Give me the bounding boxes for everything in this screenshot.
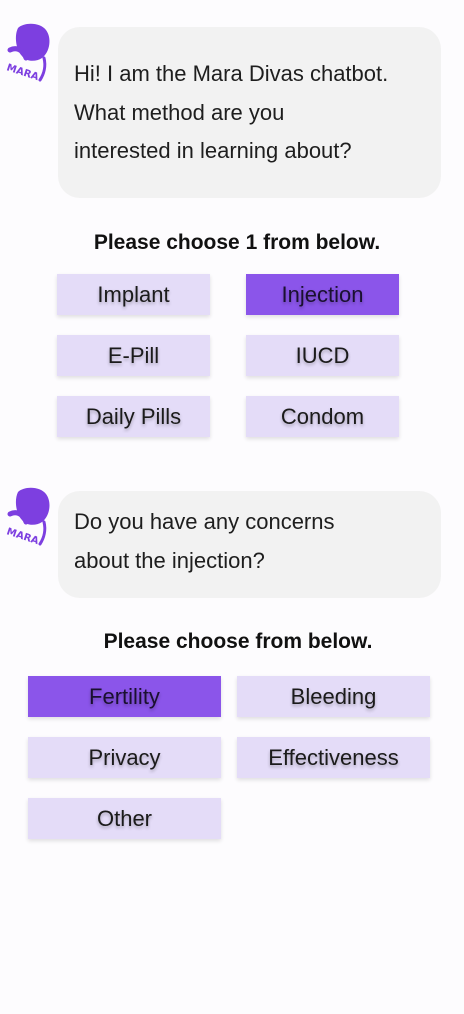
option-effectiveness[interactable]: Effectiveness bbox=[237, 737, 430, 778]
option-daily-pills[interactable]: Daily Pills bbox=[57, 396, 210, 437]
option-other[interactable]: Other bbox=[28, 798, 221, 839]
option-privacy[interactable]: Privacy bbox=[28, 737, 221, 778]
bot-avatar: MARA bbox=[4, 486, 52, 548]
option-bleeding[interactable]: Bleeding bbox=[237, 676, 430, 717]
message-line: Hi! I am the Mara Divas chatbot. bbox=[74, 61, 389, 86]
option-iucd[interactable]: IUCD bbox=[246, 335, 399, 376]
message-line: What method are you bbox=[74, 99, 285, 125]
choice-prompt: Please choose 1 from below. bbox=[93, 231, 381, 254]
option-condom[interactable]: Condom bbox=[246, 396, 399, 437]
option-e-pill[interactable]: E-Pill bbox=[57, 335, 210, 376]
svg-text:MARA: MARA bbox=[5, 526, 40, 547]
bot-message-bubble: Hi! I am the Mara Divas chatbot. What me… bbox=[58, 27, 441, 198]
option-fertility[interactable]: Fertility bbox=[28, 676, 221, 717]
bot-message-bubble: Do you have any concerns about the injec… bbox=[58, 491, 441, 598]
bot-avatar: MARA bbox=[4, 22, 52, 84]
option-injection[interactable]: Injection bbox=[246, 274, 399, 315]
svg-text:MARA: MARA bbox=[5, 62, 40, 83]
choice-prompt: Please choose from below. bbox=[103, 630, 373, 653]
mara-logo-icon: MARA bbox=[5, 487, 50, 547]
message-line: about the injection? bbox=[74, 547, 265, 573]
option-implant[interactable]: Implant bbox=[57, 274, 210, 315]
mara-logo-icon: MARA bbox=[5, 23, 50, 83]
chat-page: MARA Hi! I am the Mara Divas chatbot. Wh… bbox=[0, 0, 464, 1014]
message-line: Do you have any concerns bbox=[74, 509, 335, 534]
message-line: interested in learning about? bbox=[74, 138, 352, 163]
